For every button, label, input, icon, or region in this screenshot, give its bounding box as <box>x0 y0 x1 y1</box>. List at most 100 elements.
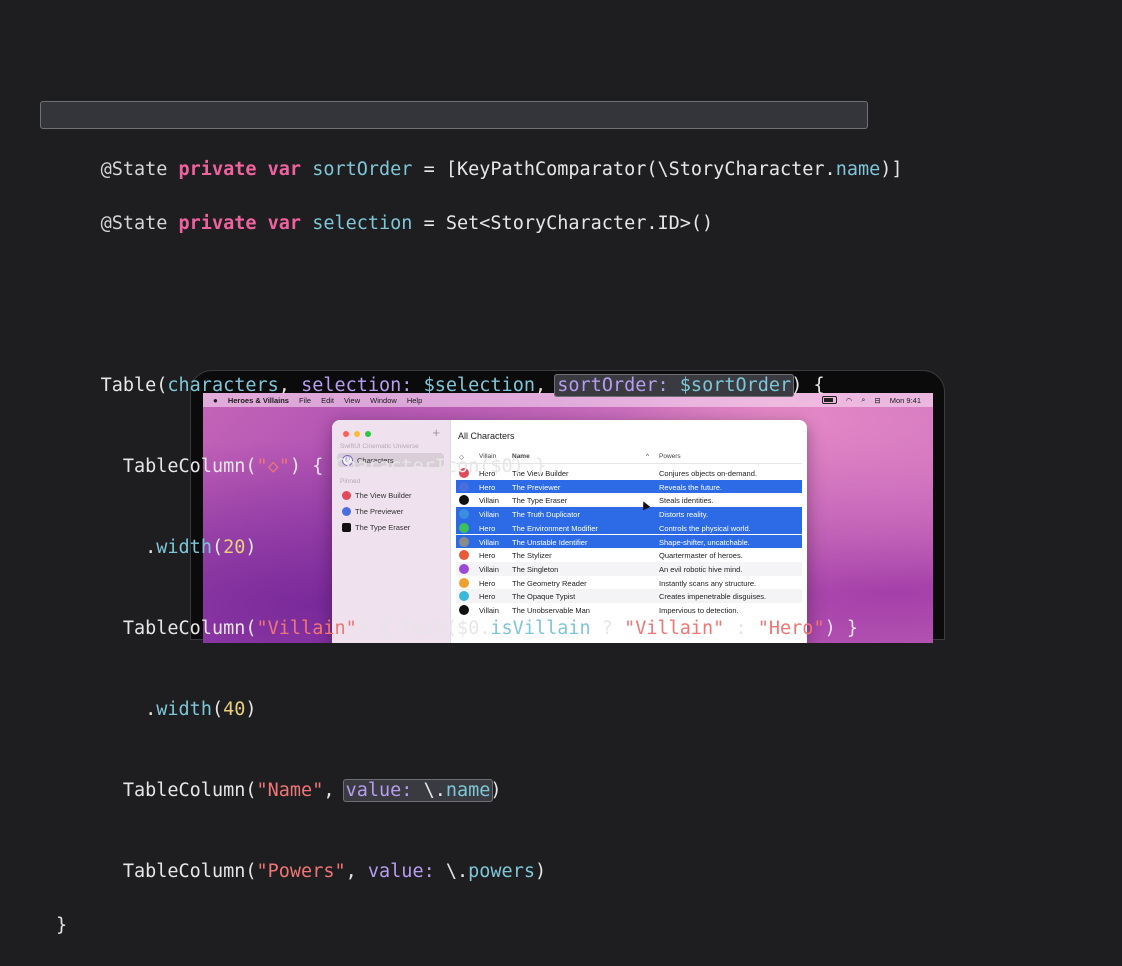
code-token: powers <box>468 861 535 882</box>
add-icon[interactable]: + <box>432 425 440 440</box>
code-token: "◇" <box>256 456 290 477</box>
code-token: ( <box>211 699 224 720</box>
code-token: ) { CharacterIcon($0) } <box>289 456 547 477</box>
page-title: All Characters <box>458 431 515 441</box>
code-token: selection <box>312 213 413 234</box>
character-icon <box>342 522 351 532</box>
cell-villain: Villain <box>479 510 499 520</box>
table-row[interactable]: Hero The Previewer Reveals the future. <box>456 479 802 494</box>
laptop: ● Heroes & Villains File Edit View Windo… <box>190 370 945 643</box>
close-button[interactable] <box>343 431 349 437</box>
sidebar: + SwiftUI Cinematic Universe @ Character… <box>332 420 451 643</box>
character-icon <box>459 577 469 588</box>
cell-villain: Villain <box>479 496 499 506</box>
code-token: "Powers" <box>256 861 346 882</box>
code-token: } <box>56 915 68 936</box>
app-window: + SwiftUI Cinematic Universe @ Character… <box>332 420 807 643</box>
control-center-icon[interactable]: ⊟ <box>874 396 880 405</box>
cell-name: The Environment Modifier <box>512 523 598 533</box>
table-row[interactable]: Hero The Geometry Reader Instantly scans a… <box>456 576 802 590</box>
sidebar-item-pinned[interactable]: The Type Eraser <box>337 520 444 534</box>
cell-name: The Stylizer <box>512 551 552 561</box>
sidebar-item-pinned[interactable]: The View Builder <box>337 488 444 502</box>
menu-window[interactable]: Window <box>370 396 397 405</box>
sidebar-item-pinned[interactable]: The Previewer <box>337 504 444 518</box>
menu-help[interactable]: Help <box>407 396 422 405</box>
cell-powers: Steals identities. <box>659 496 714 506</box>
sidebar-item-label: The View Builder <box>355 490 412 500</box>
character-icon <box>459 605 469 615</box>
table-row[interactable]: Villain The Type Eraser Steals identities. <box>456 493 802 507</box>
code-token: ) { Text($0. <box>356 618 491 639</box>
character-icon <box>342 490 351 500</box>
table-row[interactable]: Villain The Singleton An evil robotic hive… <box>456 561 802 576</box>
sidebar-section-title: SwiftUI Cinematic Universe <box>340 443 419 450</box>
table-row[interactable]: Villain The Unobservable Man Impervious to… <box>456 603 802 617</box>
code-token: \. <box>434 861 469 882</box>
character-icon <box>459 522 469 533</box>
menu-view[interactable]: View <box>344 396 360 405</box>
code-token: TableColumn( <box>100 780 257 801</box>
menu-clock[interactable]: Mon 9:41 <box>890 396 921 405</box>
code-token: $sortOrder <box>679 375 792 396</box>
character-icon <box>342 506 351 516</box>
cell-name: The Opaque Typist <box>512 592 576 602</box>
code-token: width <box>156 699 212 720</box>
code-token: . <box>100 699 157 720</box>
highlight-box <box>40 101 868 129</box>
character-icon <box>459 536 469 547</box>
character-icon <box>459 495 469 506</box>
sidebar-section-pinned: Pinned <box>340 478 361 485</box>
table-row[interactable]: Hero The Stylizer Quartermaster of heroes. <box>456 548 802 562</box>
cell-villain: Hero <box>479 578 496 588</box>
battery-icon[interactable] <box>821 396 837 404</box>
code-token: ) <box>245 537 257 558</box>
code-token: "Name" <box>256 780 324 801</box>
code-token: )] <box>880 159 903 180</box>
minimize-button[interactable] <box>354 431 360 437</box>
table-row[interactable]: Hero The Opaque Typist Creates impenetrabl… <box>456 589 802 603</box>
code-token: $selection <box>423 375 535 396</box>
cell-villain: Villain <box>479 606 499 615</box>
code-token: @State <box>100 213 179 234</box>
code-token: selection: <box>301 375 413 396</box>
menu-app-name[interactable]: Heroes & Villains <box>228 396 289 405</box>
cell-name: The Unobservable Man <box>512 606 590 615</box>
code-token: var <box>267 159 302 180</box>
table-row[interactable]: Villain The Unstable Identifier Shape-shif… <box>456 534 802 549</box>
code-token: = Set<StoryCharacter.ID>() <box>412 213 714 234</box>
highlight-box: value: \.name <box>342 779 494 802</box>
code-token: value: <box>367 861 435 882</box>
code-token: private <box>178 213 257 234</box>
wifi-icon[interactable]: ◠ <box>846 396 853 405</box>
code-token: value: <box>345 780 413 801</box>
code-token: . <box>100 537 157 558</box>
cell-name: The Singleton <box>512 564 559 574</box>
cell-powers: Reveals the future. <box>659 482 722 492</box>
sort-indicator-icon: ^ <box>646 453 650 460</box>
table-row[interactable]: Villain The Truth Duplicator Distorts real… <box>456 507 802 521</box>
table-row[interactable]: Hero The Environment Modifier Controls the… <box>456 520 802 535</box>
cell-villain: Hero <box>479 482 496 492</box>
apple-icon[interactable]: ● <box>213 396 218 405</box>
cell-powers: Distorts reality. <box>659 510 709 520</box>
zoom-button[interactable] <box>365 431 371 437</box>
code-token: sortOrder: <box>557 375 669 396</box>
menu-file[interactable]: File <box>299 396 311 405</box>
code-token: 20 <box>223 537 246 558</box>
code-token: ? <box>590 618 625 639</box>
search-icon[interactable]: ⌕ <box>861 395 865 405</box>
code-token: ) <box>490 780 502 801</box>
code-line-8: .width(40) <box>56 669 903 720</box>
column-header-powers[interactable]: Powers <box>659 453 681 460</box>
code-line-4: Table(characters, selection: $selection,… <box>56 345 903 397</box>
cell-powers: An evil robotic hive mind. <box>659 564 743 574</box>
menu-edit[interactable]: Edit <box>321 396 334 405</box>
code-token: TableColumn( <box>100 861 257 882</box>
